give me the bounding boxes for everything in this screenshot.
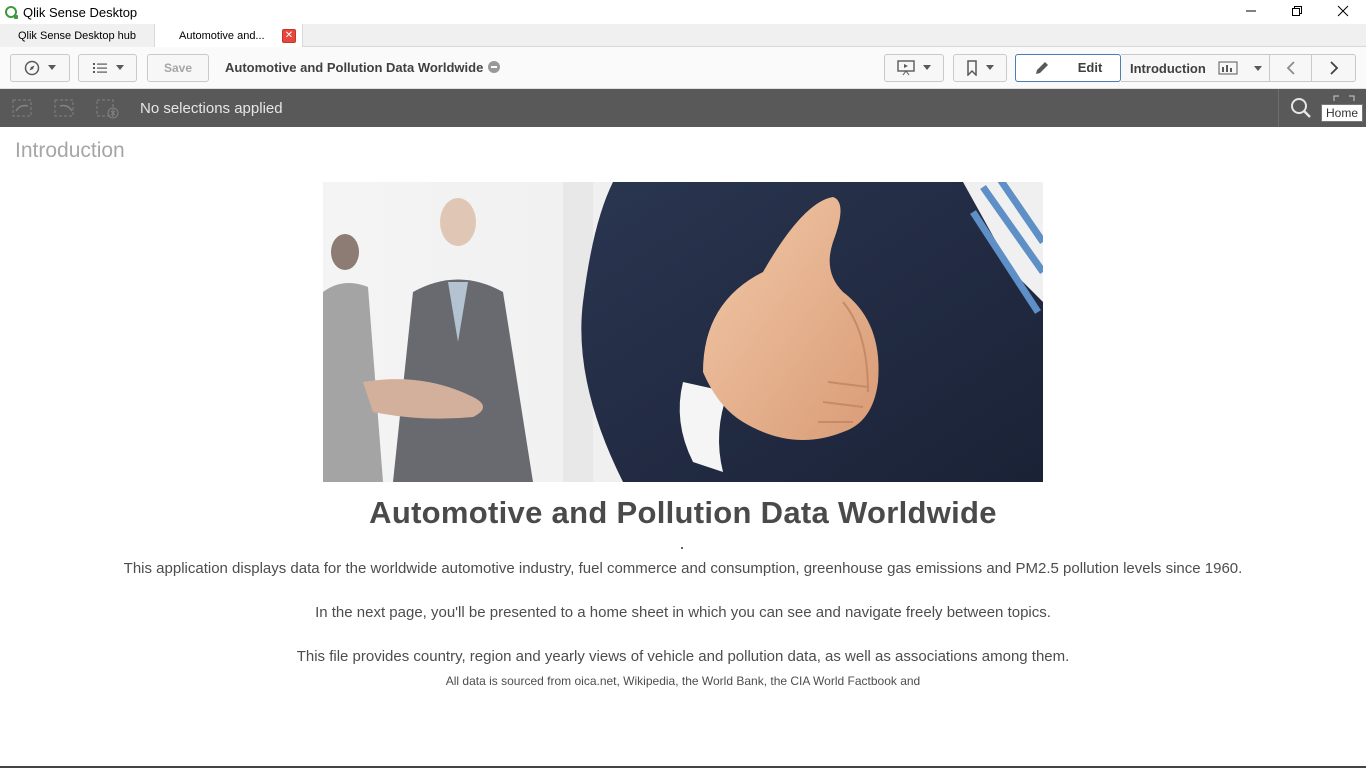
hero-image-handshake xyxy=(323,182,1043,482)
story-button[interactable] xyxy=(884,53,944,82)
selections-status: No selections applied xyxy=(140,99,283,117)
pencil-icon xyxy=(1035,61,1048,74)
app-toolbar: Save Automotive and Pollution Data World… xyxy=(0,47,1366,89)
tab-app[interactable]: Automotive and... ✕ xyxy=(155,24,303,47)
home-tooltip: Home xyxy=(1321,104,1364,122)
close-icon xyxy=(1337,5,1349,17)
tab-close-icon[interactable]: ✕ xyxy=(282,28,296,43)
sheet-title: Introduction xyxy=(15,139,125,162)
app-info-icon[interactable] xyxy=(488,61,501,73)
edit-button[interactable]: Edit xyxy=(1015,53,1121,82)
search-icon xyxy=(1290,98,1311,118)
app-title: Automotive and Pollution Data Worldwide xyxy=(225,60,501,75)
data-source-note: All data is sourced from oica.net, Wikip… xyxy=(445,674,921,688)
next-sheet-button[interactable] xyxy=(1312,53,1356,82)
bookmark-icon xyxy=(967,59,977,76)
navigation-menu-button[interactable] xyxy=(10,53,70,82)
app-title-text: Automotive and Pollution Data Worldwide xyxy=(225,60,484,75)
chevron-down-icon xyxy=(986,65,994,70)
chevron-down-icon xyxy=(923,65,931,70)
chevron-right-icon xyxy=(1329,60,1338,75)
tab-hub[interactable]: Qlik Sense Desktop hub xyxy=(0,24,155,47)
tab-bar: Qlik Sense Desktop hub Automotive and...… xyxy=(0,24,1366,47)
handshake-image xyxy=(323,182,1043,482)
chevron-left-icon xyxy=(1286,60,1295,75)
step-forward-icon[interactable] xyxy=(52,97,78,119)
sheet-selector[interactable]: Introduction xyxy=(1121,54,1270,82)
bookmarks-button[interactable] xyxy=(953,53,1007,82)
restore-button[interactable] xyxy=(1274,0,1320,22)
compass-icon xyxy=(24,60,40,75)
window-titlebar: Qlik Sense Desktop xyxy=(0,0,1366,24)
list-icon xyxy=(92,62,107,73)
intro-paragraph-2: In the next page, you'll be presented to… xyxy=(315,604,1051,621)
tab-app-label: Automotive and... xyxy=(179,29,265,42)
window-controls xyxy=(1228,0,1366,24)
chevron-down-icon xyxy=(48,65,56,70)
minimize-icon xyxy=(1246,10,1256,12)
selections-bar: No selections applied Home xyxy=(0,89,1366,127)
expand-icon[interactable] xyxy=(1333,95,1355,103)
restore-icon xyxy=(1292,6,1302,16)
close-window-button[interactable] xyxy=(1320,0,1366,22)
current-sheet-label: Introduction xyxy=(1130,60,1206,76)
presentation-icon xyxy=(897,59,915,75)
window-title: Qlik Sense Desktop xyxy=(23,4,138,20)
divider-dot xyxy=(681,547,683,549)
previous-sheet-button[interactable] xyxy=(1270,53,1312,82)
global-menu-button[interactable] xyxy=(78,53,137,82)
minimize-button[interactable] xyxy=(1228,0,1274,22)
qlik-logo-icon xyxy=(5,6,18,19)
intro-paragraph-3: This file provides country, region and y… xyxy=(296,648,1070,665)
save-button[interactable]: Save xyxy=(147,53,209,82)
search-button[interactable] xyxy=(1278,89,1322,127)
sheet-thumbnail-icon xyxy=(1218,61,1238,75)
step-back-icon[interactable] xyxy=(10,97,36,119)
main-heading: Automotive and Pollution Data Worldwide xyxy=(369,495,997,530)
chevron-down-icon xyxy=(115,65,124,70)
edit-button-label: Edit xyxy=(1077,60,1103,75)
intro-paragraph-1: This application displays data for the w… xyxy=(123,560,1243,577)
chevron-down-icon xyxy=(1253,65,1262,71)
clear-all-selections-icon[interactable] xyxy=(94,97,120,119)
tab-hub-label: Qlik Sense Desktop hub xyxy=(17,29,136,42)
